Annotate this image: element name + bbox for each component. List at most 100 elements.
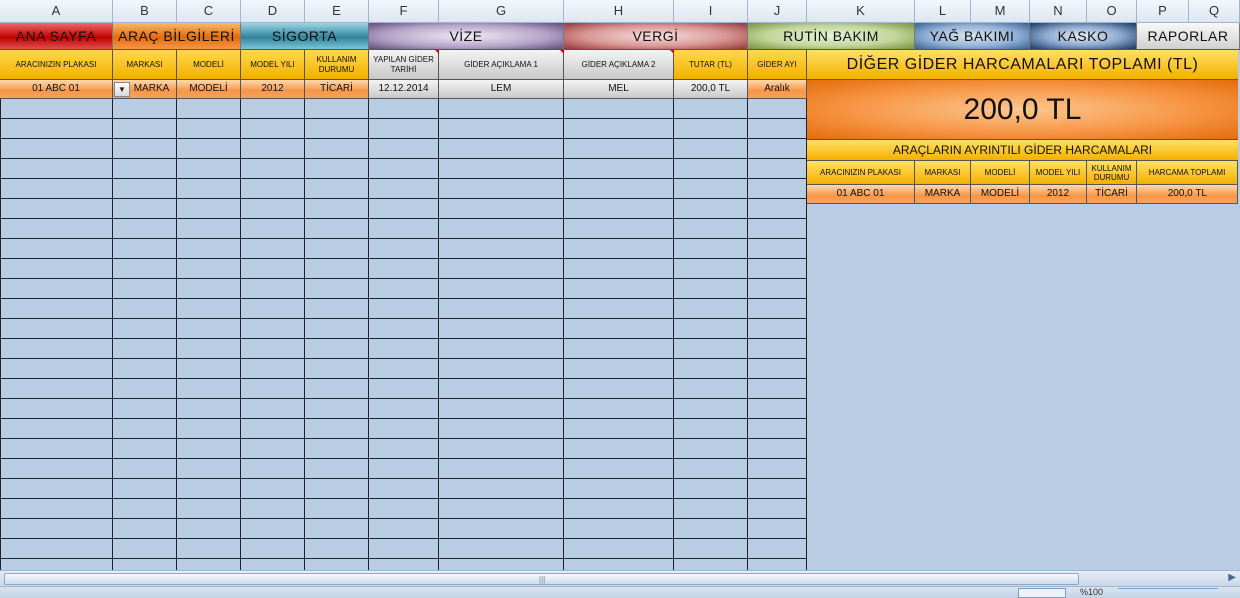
nav-tab-kasko[interactable]: KASKO (1030, 23, 1137, 50)
cell-gider-ayi[interactable]: Aralık (748, 80, 807, 99)
grid-row[interactable] (0, 239, 806, 259)
comment-indicator[interactable] (435, 50, 439, 54)
scroll-right-arrow-icon[interactable]: ▶ (1228, 572, 1236, 583)
grid-row[interactable] (0, 179, 806, 199)
header-kullanim-durumu: KULLANIM DURUMU (305, 50, 369, 80)
column-header-d[interactable]: D (241, 0, 305, 23)
summary-header-markasi: MARKASI (915, 161, 971, 185)
grid-row[interactable] (0, 279, 806, 299)
column-header-o[interactable]: O (1087, 0, 1137, 23)
summary-total: 200,0 TL (807, 80, 1238, 140)
nav-tab-vergi[interactable]: VERGİ (564, 23, 748, 50)
column-header-l[interactable]: L (915, 0, 971, 23)
column-header-k[interactable]: K (807, 0, 915, 23)
grid-row[interactable] (0, 539, 806, 559)
nav-tab-raporlar[interactable]: RAPORLAR (1137, 23, 1240, 50)
nav-tab-sigorta[interactable]: SİGORTA (241, 23, 369, 50)
nav-tab-ana-sayfa[interactable]: ANA SAYFA (0, 23, 113, 50)
header-tutar: TUTAR (TL) (674, 50, 748, 80)
column-header-q[interactable]: Q (1189, 0, 1240, 23)
grid-row[interactable] (0, 499, 806, 519)
grid-row[interactable] (0, 479, 806, 499)
grid-row[interactable] (0, 519, 806, 539)
grid-row[interactable] (0, 419, 806, 439)
scrollbar-thumb[interactable]: ||| (4, 573, 1079, 585)
summary-header-model-yili: MODEL YILI (1030, 161, 1087, 185)
column-header-j[interactable]: J (748, 0, 807, 23)
grid-column-line (673, 99, 674, 570)
summary-header-modeli: MODELİ (971, 161, 1030, 185)
view-buttons[interactable] (1018, 588, 1066, 598)
header-markasi: MARKASI (113, 50, 177, 80)
cell-model-yili[interactable]: 2012 (241, 80, 305, 99)
comment-indicator[interactable] (560, 50, 564, 54)
summary-header-kullanim: KULLANIM DURUMU (1087, 161, 1137, 185)
column-header-p[interactable]: P (1137, 0, 1189, 23)
column-header-i[interactable]: I (674, 0, 748, 23)
grid-column-line (368, 99, 369, 570)
nav-tab-arac-bilgileri[interactable]: ARAÇ BİLGİLERİ (113, 23, 241, 50)
column-header-c[interactable]: C (177, 0, 241, 23)
cell-modeli[interactable]: MODELİ (177, 80, 241, 99)
cell-gider-tarihi[interactable]: 12.12.2014 (369, 80, 439, 99)
header-gider-aciklama-1: GİDER AÇIKLAMA 1 (439, 50, 564, 80)
grid-row[interactable] (0, 339, 806, 359)
summary-cell-modeli[interactable]: MODELİ (971, 185, 1030, 204)
grid-row[interactable] (0, 199, 806, 219)
column-header-a[interactable]: A (0, 0, 113, 23)
nav-tab-vize[interactable]: VİZE (369, 23, 564, 50)
summary-header-plaka: ARACINIZIN PLAKASI (807, 161, 915, 185)
horizontal-scrollbar[interactable]: ||| ▶ (0, 570, 1240, 586)
zoom-slider[interactable] (1118, 588, 1218, 597)
grid-column-line (438, 99, 439, 570)
column-header-f[interactable]: F (369, 0, 439, 23)
grid-column-line (563, 99, 564, 570)
cell-kullanim-durumu[interactable]: TİCARİ (305, 80, 369, 99)
grid-row[interactable] (0, 299, 806, 319)
grid-row[interactable] (0, 399, 806, 419)
grid-row[interactable] (0, 439, 806, 459)
column-header-h[interactable]: H (564, 0, 674, 23)
grid-column-line (747, 99, 748, 570)
nav-tab-rutin-bakim[interactable]: RUTİN BAKIM (748, 23, 915, 50)
cell-gider-aciklama-1[interactable]: LEM (439, 80, 564, 99)
grid-column-line (112, 99, 113, 570)
grid-column-line (0, 99, 1, 570)
summary-cell-toplam[interactable]: 200,0 TL (1137, 185, 1238, 204)
column-header-b[interactable]: B (113, 0, 177, 23)
cell-tutar[interactable]: 200,0 TL (674, 80, 748, 99)
zoom-level[interactable]: %100 (1080, 587, 1103, 597)
header-gider-tarihi: YAPILAN GİDER TARİHİ (369, 50, 439, 80)
grid-row[interactable] (0, 219, 806, 239)
summary-cell-kullanim[interactable]: TİCARİ (1087, 185, 1137, 204)
grip-icon: ||| (539, 575, 546, 584)
grid-row[interactable] (0, 459, 806, 479)
grid-row[interactable] (0, 139, 806, 159)
dropdown-arrow-icon[interactable]: ▼ (114, 82, 130, 97)
grid-row[interactable] (0, 159, 806, 179)
summary-cell-markasi[interactable]: MARKA (915, 185, 971, 204)
grid-row[interactable] (0, 319, 806, 339)
cell-plaka[interactable]: 01 ABC 01 (0, 80, 113, 99)
grid-row[interactable] (0, 99, 806, 119)
grid-row[interactable] (0, 379, 806, 399)
header-modeli: MODELİ (177, 50, 241, 80)
comment-indicator[interactable] (670, 50, 674, 54)
column-header-m[interactable]: M (971, 0, 1030, 23)
grid-row[interactable] (0, 119, 806, 139)
summary-title: DİĞER GİDER HARCAMALARI TOPLAMI (TL) (807, 50, 1238, 80)
grid-row[interactable] (0, 259, 806, 279)
nav-tab-yag-bakimi[interactable]: YAĞ BAKIMI (915, 23, 1030, 50)
grid-column-line (176, 99, 177, 570)
column-header-g[interactable]: G (439, 0, 564, 23)
summary-subtitle: ARAÇLARIN AYRINTILI GİDER HARCAMALARI (807, 140, 1238, 161)
status-bar: %100 (0, 586, 1240, 598)
grid-column-line (304, 99, 305, 570)
summary-cell-model-yili[interactable]: 2012 (1030, 185, 1087, 204)
grid-column-line (240, 99, 241, 570)
column-header-e[interactable]: E (305, 0, 369, 23)
summary-cell-plaka[interactable]: 01 ABC 01 (807, 185, 915, 204)
grid-row[interactable] (0, 359, 806, 379)
cell-gider-aciklama-2[interactable]: MEL (564, 80, 674, 99)
column-header-n[interactable]: N (1030, 0, 1087, 23)
